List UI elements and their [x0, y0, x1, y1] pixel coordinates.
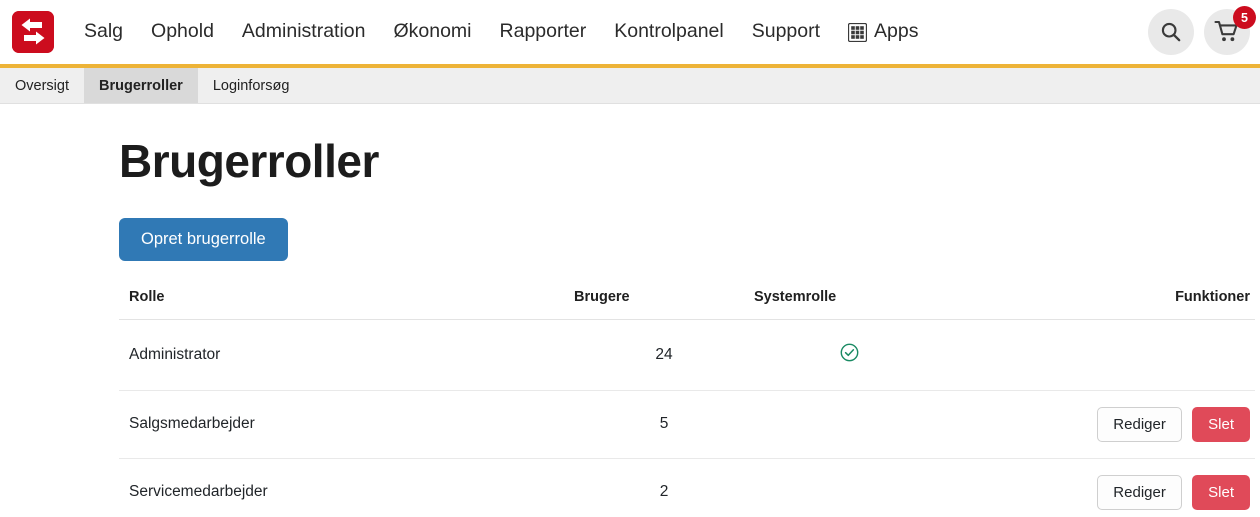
nav-item-label: Økonomi: [393, 20, 472, 43]
nav-item-okonomi[interactable]: Økonomi: [379, 12, 485, 52]
delete-button[interactable]: Slet: [1192, 474, 1250, 510]
create-role-button[interactable]: Opret brugerrolle: [119, 218, 288, 261]
cell-funktioner: [944, 319, 1255, 391]
nav-item-administration[interactable]: Administration: [228, 12, 380, 52]
tab-brugerroller[interactable]: Brugerroller: [84, 68, 198, 103]
column-header-systemrolle: Systemrolle: [754, 288, 944, 320]
cell-systemrolle: [754, 390, 944, 459]
grid-apps-icon: [847, 22, 868, 42]
column-header-funktioner: Funktioner: [944, 288, 1255, 320]
page-title: Brugerroller: [119, 135, 379, 187]
cell-funktioner: Rediger Slet: [944, 390, 1255, 459]
cart-badge: 5: [1233, 6, 1256, 29]
cell-brugere: 2: [574, 458, 754, 517]
navbar-actions: 5: [1148, 0, 1256, 64]
nav-item-label: Apps: [874, 20, 919, 43]
nav-item-apps[interactable]: Apps: [834, 12, 932, 52]
cell-brugere: 5: [574, 390, 754, 459]
search-button[interactable]: [1148, 9, 1194, 55]
cart-button[interactable]: 5: [1204, 6, 1256, 55]
cell-brugere: 24: [574, 319, 754, 391]
table-row: Salgsmedarbejder 5 Rediger Slet: [119, 390, 1255, 459]
tab-label: Loginforsøg: [212, 77, 290, 94]
edit-button[interactable]: Rediger: [1097, 406, 1182, 442]
swap-arrows-logo-icon: [12, 11, 54, 53]
nav-item-label: Administration: [241, 20, 366, 43]
nav-item-support[interactable]: Support: [738, 12, 834, 52]
check-circle-icon: [840, 343, 859, 367]
table-row: Servicemedarbejder 2 Rediger Slet: [119, 458, 1255, 517]
cell-funktioner: Rediger Slet: [944, 458, 1255, 517]
content-container: Brugerroller Opret brugerrolle Rolle Bru…: [119, 134, 1255, 517]
nav-item-label: Rapporter: [499, 20, 587, 43]
nav-item-salg[interactable]: Salg: [70, 12, 137, 52]
tab-loginforsog[interactable]: Loginforsøg: [198, 68, 305, 103]
cell-rolle: Servicemedarbejder: [119, 458, 574, 517]
tab-oversigt[interactable]: Oversigt: [0, 68, 84, 103]
column-header-brugere: Brugere: [574, 288, 754, 320]
nav-item-kontrolpanel[interactable]: Kontrolpanel: [600, 12, 738, 52]
table-header-row: Rolle Brugere Systemrolle Funktioner: [119, 288, 1255, 320]
page-content: Brugerroller Opret brugerrolle Rolle Bru…: [0, 134, 1260, 517]
search-icon: [1161, 22, 1181, 42]
cell-rolle: Administrator: [119, 319, 574, 391]
cell-rolle: Salgsmedarbejder: [119, 390, 574, 459]
top-navbar: Salg Ophold Administration Økonomi Rappo…: [0, 0, 1260, 68]
column-header-rolle: Rolle: [119, 288, 574, 320]
table-row: Administrator 24: [119, 319, 1255, 391]
tab-label: Brugerroller: [99, 77, 183, 94]
tab-label: Oversigt: [15, 77, 69, 94]
nav-item-label: Ophold: [151, 20, 214, 43]
nav-item-rapporter[interactable]: Rapporter: [486, 12, 601, 52]
delete-button[interactable]: Slet: [1192, 406, 1250, 442]
nav-item-label: Support: [751, 20, 821, 43]
roles-table: Rolle Brugere Systemrolle Funktioner Adm…: [119, 288, 1255, 517]
cell-systemrolle: [754, 458, 944, 517]
nav-links: Salg Ophold Administration Økonomi Rappo…: [70, 12, 933, 52]
nav-item-label: Salg: [84, 20, 124, 43]
cell-systemrolle: [754, 319, 944, 391]
nav-item-label: Kontrolpanel: [614, 20, 724, 43]
sub-tab-bar: Oversigt Brugerroller Loginforsøg: [0, 68, 1260, 104]
nav-item-ophold[interactable]: Ophold: [137, 12, 228, 52]
edit-button[interactable]: Rediger: [1097, 474, 1182, 510]
table-body: Administrator 24 Salgsmedarbejder 5 Redi…: [119, 319, 1255, 517]
app-logo[interactable]: [12, 11, 54, 53]
table-head: Rolle Brugere Systemrolle Funktioner: [119, 288, 1255, 320]
